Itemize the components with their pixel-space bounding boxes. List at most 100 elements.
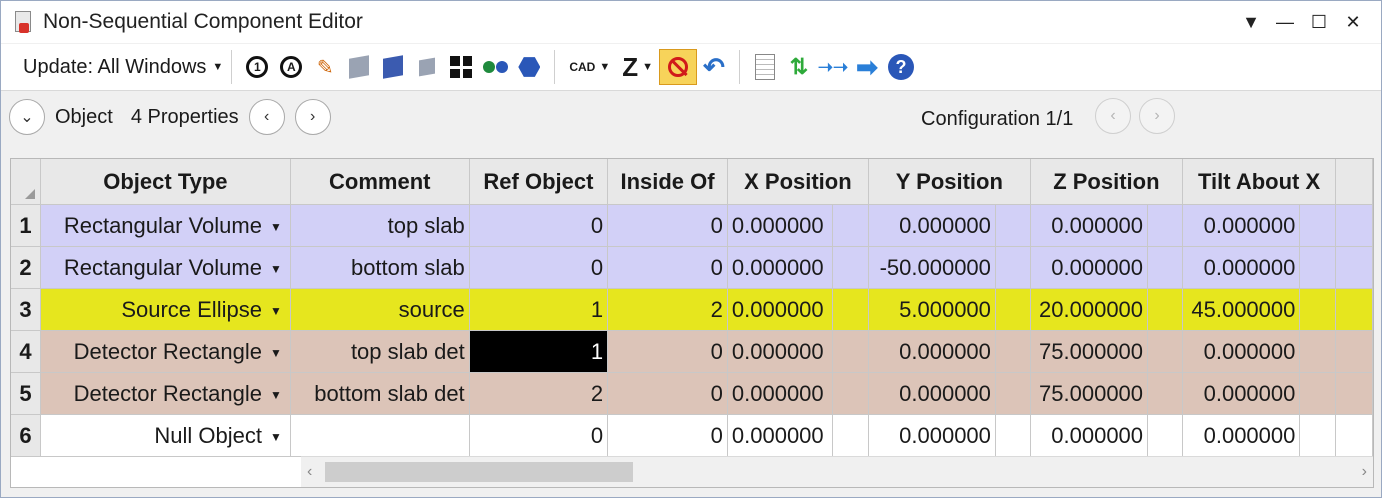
- object-type-cell[interactable]: Null Object ▼: [40, 414, 291, 457]
- column-header[interactable]: Tilt About X: [1182, 159, 1337, 205]
- ref-object-cell[interactable]: 0: [469, 246, 609, 289]
- x-position-solve-cell[interactable]: [832, 246, 869, 289]
- y-position-solve-cell[interactable]: [995, 288, 1031, 331]
- window-menu-icon[interactable]: ▼: [1237, 9, 1265, 35]
- ref-object-cell[interactable]: 0: [469, 204, 609, 247]
- row-number[interactable]: 4: [11, 330, 41, 373]
- y-position-cell[interactable]: 0.000000: [868, 204, 996, 247]
- corner-cell[interactable]: [11, 159, 41, 205]
- close-icon[interactable]: ✕: [1339, 9, 1367, 35]
- layout-pen-icon[interactable]: ✎: [308, 50, 342, 84]
- update-one-icon[interactable]: 1: [240, 50, 274, 84]
- row-number[interactable]: 5: [11, 372, 41, 415]
- column-header[interactable]: Inside Of: [607, 159, 728, 205]
- shaded-model-grey-icon[interactable]: [342, 50, 376, 84]
- update-dropdown[interactable]: Update: All Windows ▼: [23, 56, 223, 79]
- overflow-cell[interactable]: [1335, 246, 1373, 289]
- inside-of-cell[interactable]: 0: [607, 414, 728, 457]
- undo-icon[interactable]: ↶: [697, 50, 731, 84]
- scroll-right-icon[interactable]: ›: [1362, 463, 1367, 481]
- z-position-solve-cell[interactable]: [1147, 372, 1183, 415]
- tilt-x-cell[interactable]: 45.000000: [1182, 288, 1301, 331]
- inside-of-cell[interactable]: 0: [607, 372, 728, 415]
- y-position-cell[interactable]: 0.000000: [868, 330, 996, 373]
- chevron-down-icon[interactable]: ▼: [270, 346, 282, 360]
- horizontal-scrollbar[interactable]: ‹ ›: [301, 456, 1373, 487]
- z-position-cell[interactable]: 75.000000: [1030, 330, 1149, 373]
- z-position-solve-cell[interactable]: [1147, 246, 1183, 289]
- collapse-arrows-icon[interactable]: ➝➝: [816, 50, 850, 84]
- z-position-cell[interactable]: 0.000000: [1030, 204, 1149, 247]
- column-header[interactable]: Z Position: [1030, 159, 1183, 205]
- maximize-icon[interactable]: ☐: [1305, 9, 1333, 35]
- chevron-down-icon[interactable]: ▼: [270, 262, 282, 276]
- x-position-cell[interactable]: 0.000000: [727, 288, 834, 331]
- comment-cell[interactable]: [290, 414, 470, 457]
- x-position-cell[interactable]: 0.000000: [727, 204, 834, 247]
- help-icon[interactable]: ?: [884, 50, 918, 84]
- y-position-cell[interactable]: -50.000000: [868, 246, 996, 289]
- x-position-solve-cell[interactable]: [832, 288, 869, 331]
- y-position-solve-cell[interactable]: [995, 414, 1031, 457]
- tilt-x-solve-cell[interactable]: [1299, 414, 1337, 457]
- tilt-x-solve-cell[interactable]: [1299, 204, 1337, 247]
- column-header-overflow[interactable]: [1335, 159, 1373, 205]
- inside-of-cell[interactable]: 0: [607, 204, 728, 247]
- column-header[interactable]: Y Position: [868, 159, 1031, 205]
- document-icon[interactable]: [748, 50, 782, 84]
- table-row[interactable]: 1 Rectangular Volume ▼ top slab 0 0 0.000000 0.…: [11, 204, 1373, 247]
- z-position-solve-cell[interactable]: [1147, 414, 1183, 457]
- tilt-x-solve-cell[interactable]: [1299, 330, 1337, 373]
- x-position-cell[interactable]: 0.000000: [727, 372, 834, 415]
- next-config-chevron-right-icon[interactable]: ›: [1139, 98, 1175, 134]
- column-header[interactable]: Ref Object: [469, 159, 609, 205]
- update-all-icon[interactable]: A: [274, 50, 308, 84]
- table-row[interactable]: 3 Source Ellipse ▼ source 1 2 0.000000 5.000000…: [11, 288, 1373, 331]
- table-row[interactable]: 2 Rectangular Volume ▼ bottom slab 0 0 0.00000…: [11, 246, 1373, 289]
- z-position-cell[interactable]: 0.000000: [1030, 246, 1149, 289]
- overflow-cell[interactable]: [1335, 372, 1373, 415]
- z-position-solve-cell[interactable]: [1147, 204, 1183, 247]
- x-position-cell[interactable]: 0.000000: [727, 330, 834, 373]
- scroll-left-icon[interactable]: ‹: [307, 463, 312, 481]
- y-position-cell[interactable]: 0.000000: [868, 372, 996, 415]
- x-position-solve-cell[interactable]: [832, 330, 869, 373]
- comment-cell[interactable]: bottom slab det: [290, 372, 470, 415]
- tilt-x-cell[interactable]: 0.000000: [1182, 246, 1301, 289]
- overflow-cell[interactable]: [1335, 414, 1373, 457]
- grid-icon[interactable]: [444, 50, 478, 84]
- x-position-cell[interactable]: 0.000000: [727, 414, 834, 457]
- prev-object-chevron-left-icon[interactable]: ‹: [248, 99, 285, 135]
- z-position-cell[interactable]: 0.000000: [1030, 414, 1149, 457]
- comment-cell[interactable]: top slab: [290, 204, 470, 247]
- inside-of-cell[interactable]: 0: [607, 246, 728, 289]
- object-type-cell[interactable]: Rectangular Volume ▼: [40, 246, 291, 289]
- tilt-x-solve-cell[interactable]: [1299, 288, 1337, 331]
- dots-icon[interactable]: [478, 50, 512, 84]
- ref-object-cell[interactable]: 0: [469, 414, 609, 457]
- x-position-solve-cell[interactable]: [832, 372, 869, 415]
- row-number[interactable]: 1: [11, 204, 41, 247]
- comment-cell[interactable]: source: [290, 288, 470, 331]
- object-type-cell[interactable]: Source Ellipse ▼: [40, 288, 291, 331]
- next-object-chevron-right-icon[interactable]: ›: [294, 99, 331, 135]
- row-number[interactable]: 6: [11, 414, 41, 457]
- chevron-down-icon[interactable]: ▼: [270, 388, 282, 402]
- scrollbar-thumb[interactable]: [325, 462, 633, 482]
- object-type-cell[interactable]: Detector Rectangle ▼: [40, 372, 291, 415]
- y-position-solve-cell[interactable]: [995, 204, 1031, 247]
- chevron-down-icon[interactable]: ▼: [270, 220, 282, 234]
- overflow-cell[interactable]: [1335, 288, 1373, 331]
- column-header[interactable]: X Position: [727, 159, 869, 205]
- object-type-cell[interactable]: Detector Rectangle ▼: [40, 330, 291, 373]
- ignore-object-icon[interactable]: [658, 49, 697, 85]
- expand-chevron-down-icon[interactable]: ⌄: [9, 99, 45, 135]
- y-position-cell[interactable]: 0.000000: [868, 414, 996, 457]
- column-header[interactable]: Object Type: [40, 159, 291, 205]
- tilt-x-cell[interactable]: 0.000000: [1182, 330, 1301, 373]
- chevron-down-icon[interactable]: ▼: [270, 304, 282, 318]
- table-row[interactable]: 4 Detector Rectangle ▼ top slab det 1 0 0.0000…: [11, 330, 1373, 373]
- tilt-x-cell[interactable]: 0.000000: [1182, 414, 1301, 457]
- comment-cell[interactable]: bottom slab: [290, 246, 470, 289]
- tilt-x-solve-cell[interactable]: [1299, 246, 1337, 289]
